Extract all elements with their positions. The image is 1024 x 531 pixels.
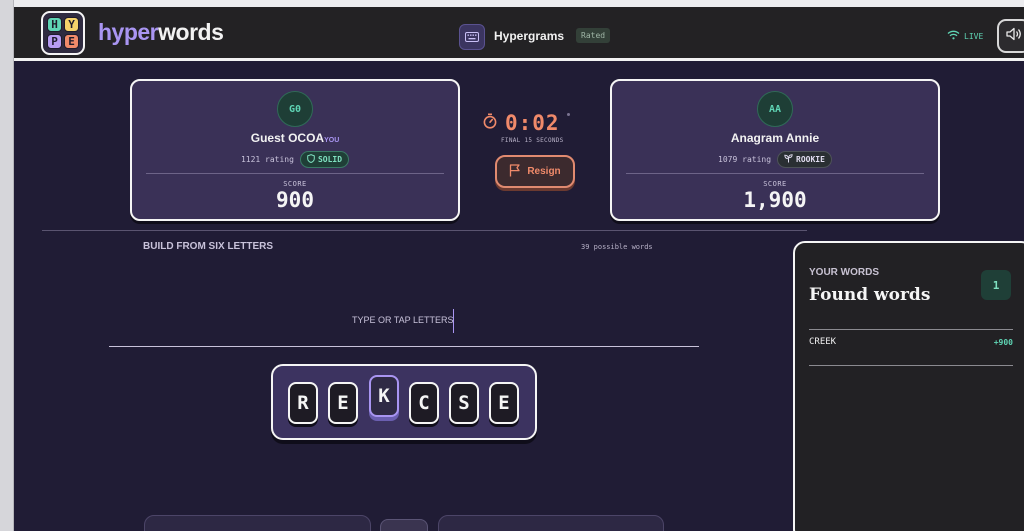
- found-count-badge: 1: [981, 270, 1011, 300]
- letter-tile-selected[interactable]: K: [369, 375, 399, 417]
- brand-name[interactable]: hyperwords: [98, 19, 224, 46]
- speaker-icon: [1006, 27, 1022, 46]
- panel-divider: [809, 329, 1013, 330]
- tier-badge: ROOKIE: [777, 151, 832, 168]
- text-caret: [453, 309, 454, 333]
- hype-logo[interactable]: H Y P E: [41, 11, 85, 55]
- sprout-icon: [784, 154, 793, 165]
- timer-indicator-dot: [567, 113, 570, 116]
- board-heading: BUILD FROM SIX LETTERS: [143, 241, 273, 252]
- timer-value: 0:02: [505, 111, 560, 135]
- tier-badge: SOLID: [299, 151, 350, 168]
- card-divider: [626, 173, 924, 174]
- keyboard-icon: [459, 24, 485, 50]
- player-score: 1,900: [743, 188, 807, 212]
- player-name: Anagram Annie: [730, 131, 820, 145]
- resign-label: Resign: [527, 166, 561, 177]
- letter-tile[interactable]: R: [288, 382, 318, 424]
- player-rating: 1079 rating: [718, 155, 772, 164]
- game-title: Hypergrams: [494, 29, 565, 43]
- player-card-self: G0 Guest OCOAYOU 1121 rating SOLID SCORE…: [130, 79, 460, 221]
- panel-title: Found words: [809, 285, 931, 305]
- panel-kicker: YOUR WORDS: [809, 267, 879, 278]
- letter-tile[interactable]: S: [449, 382, 479, 424]
- score-label: SCORE: [283, 180, 307, 188]
- tier-label: SOLID: [317, 155, 343, 164]
- possible-words-count: 39 possible words: [581, 243, 653, 251]
- action-button-middle[interactable]: [380, 519, 428, 531]
- panel-divider: [809, 365, 1013, 366]
- word-input-underline: [109, 346, 699, 347]
- live-label: LIVE: [964, 31, 984, 41]
- found-words-panel: YOUR WORDS Found words 1 CREEK +900: [793, 241, 1024, 531]
- player-name: Guest OCOA: [250, 131, 325, 145]
- letter-tile[interactable]: C: [409, 382, 439, 424]
- logo-letter: E: [64, 34, 79, 49]
- found-word-points: +900: [993, 337, 1013, 347]
- match-timer: 0:02: [483, 111, 560, 135]
- avatar: AA: [757, 91, 793, 127]
- card-divider: [146, 173, 444, 174]
- avatar: G0: [277, 91, 313, 127]
- logo-letter: Y: [64, 17, 79, 32]
- word-input-placeholder[interactable]: TYPE OR TAP LETTERS: [352, 315, 454, 325]
- tier-label: ROOKIE: [796, 155, 825, 164]
- resign-button[interactable]: Resign: [495, 155, 575, 188]
- player-card-opponent: AA Anagram Annie 1079 rating ROOKIE SCOR…: [610, 79, 940, 221]
- game-app: H Y P E hyperwords Hypergrams Rated LIVE…: [14, 7, 1024, 531]
- brand-part-hyper: hyper: [98, 19, 159, 45]
- window-edge: [0, 0, 14, 531]
- score-label: SCORE: [763, 180, 787, 188]
- player-rating-row: 1121 rating SOLID: [132, 151, 458, 168]
- sound-toggle-button[interactable]: [997, 19, 1024, 53]
- player-rating-row: 1079 rating ROOKIE: [612, 151, 938, 168]
- timer-subtitle: FINAL 15 SECONDS: [501, 137, 564, 144]
- wifi-icon: [947, 30, 960, 42]
- action-button-right[interactable]: [438, 515, 664, 531]
- found-word: CREEK: [809, 337, 837, 347]
- shield-icon: [307, 154, 315, 165]
- player-rating: 1121 rating: [240, 155, 294, 164]
- stopwatch-icon: [483, 113, 497, 134]
- player-name-line: Guest OCOAYOU: [132, 131, 458, 145]
- you-tag: YOU: [324, 137, 340, 144]
- brand-part-words: words: [158, 19, 224, 45]
- letter-tile[interactable]: E: [328, 382, 358, 424]
- section-divider: [42, 230, 807, 231]
- letter-tray: R E K C S E: [271, 364, 537, 440]
- window-top-edge: [14, 0, 1024, 7]
- player-score: 900: [276, 188, 314, 212]
- connection-status: LIVE: [947, 30, 983, 42]
- logo-letter: P: [47, 34, 62, 49]
- logo-letter: H: [47, 17, 62, 32]
- top-bar: H Y P E hyperwords Hypergrams Rated LIVE: [14, 7, 1024, 61]
- flag-icon: [509, 163, 521, 180]
- action-button-left[interactable]: [144, 515, 371, 531]
- rated-badge: Rated: [576, 28, 611, 43]
- player-name-line: Anagram Annie: [612, 131, 938, 145]
- found-word-row: CREEK +900: [809, 337, 1013, 347]
- letter-tile[interactable]: E: [489, 382, 519, 424]
